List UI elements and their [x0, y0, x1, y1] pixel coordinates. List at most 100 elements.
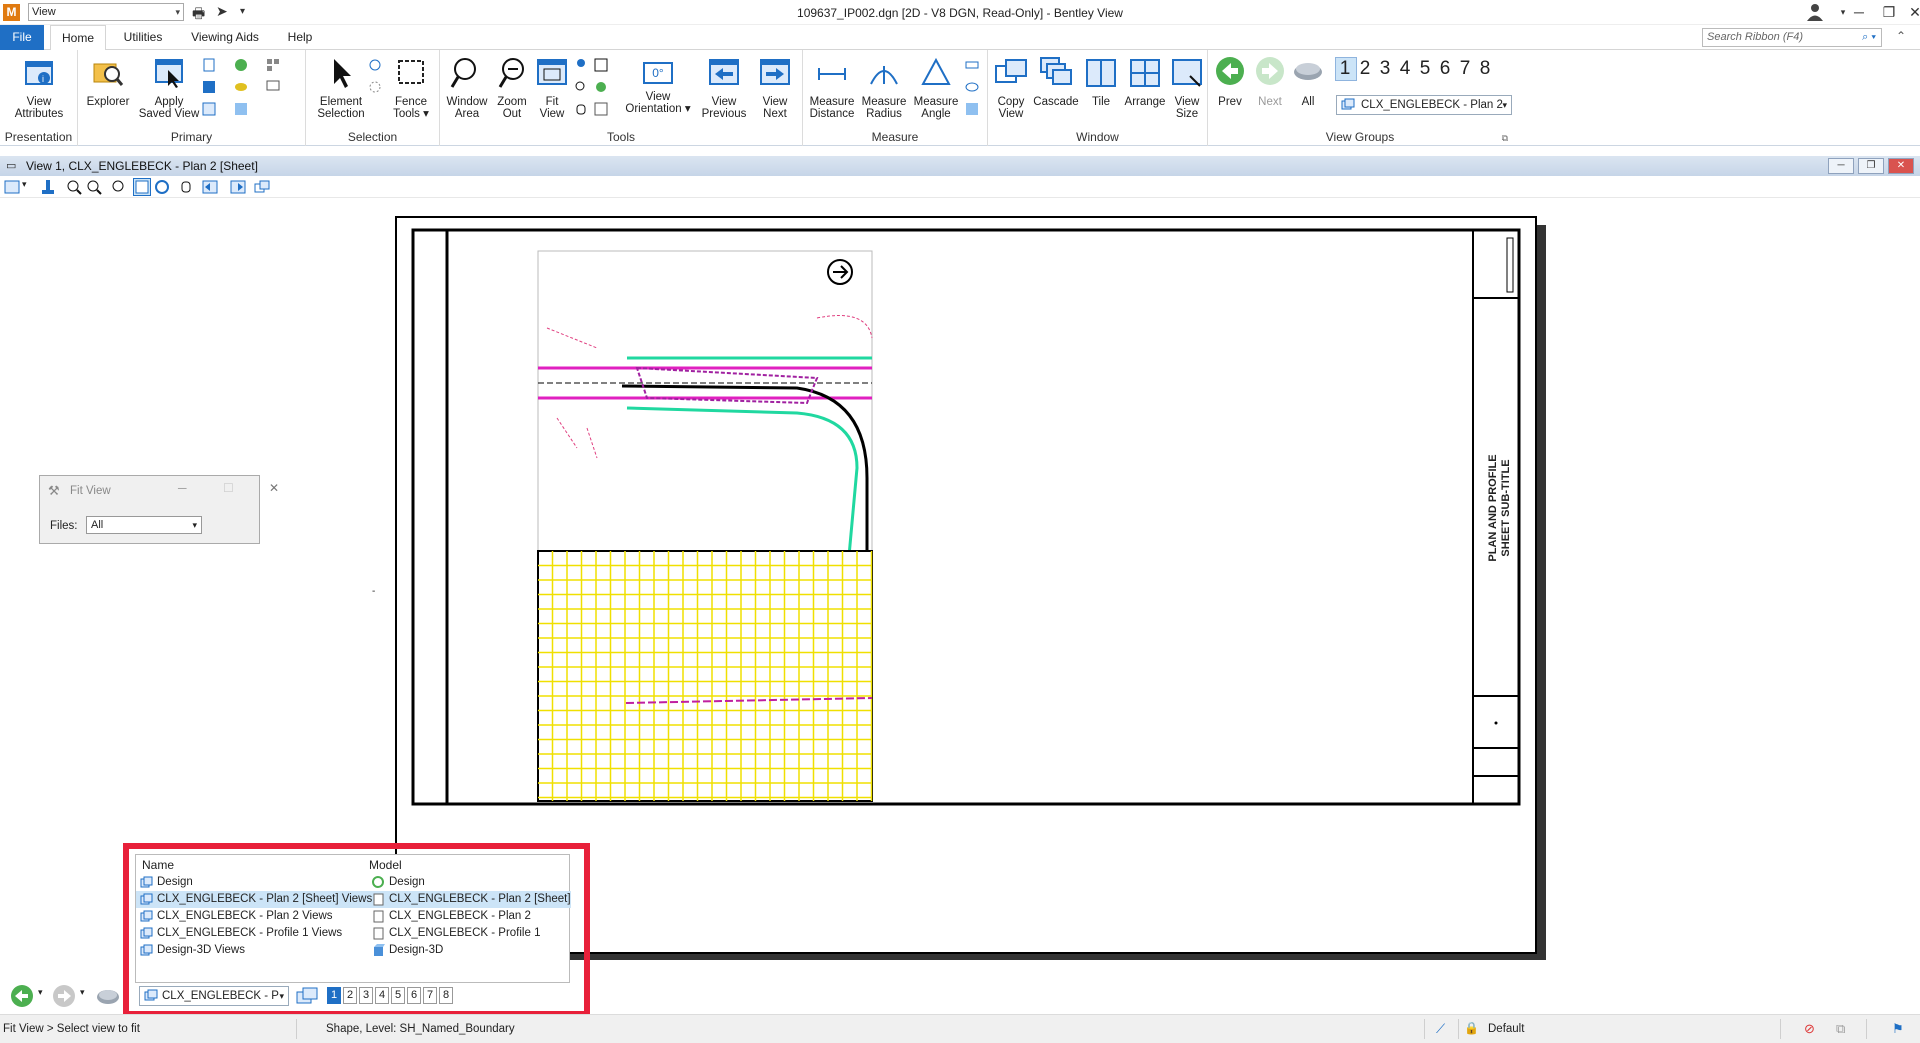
view-number-6[interactable]: 6	[1436, 58, 1456, 80]
pan-view-icon[interactable]	[178, 179, 194, 195]
view-previous-button[interactable]: View Previous	[696, 56, 752, 120]
window-area-icon[interactable]	[110, 179, 126, 195]
tab-help[interactable]: Help	[278, 25, 322, 50]
bentley-cloud-icon[interactable]: ⚑	[1892, 1021, 1904, 1037]
dialog-minimize-button[interactable]: ─	[178, 481, 187, 495]
measure-distance-button[interactable]: Measure Distance	[807, 56, 857, 120]
copy-view-button[interactable]: Copy View	[990, 56, 1032, 120]
view-next-icon[interactable]	[230, 179, 246, 195]
status-prompt: Fit View > Select view to fit	[3, 1023, 140, 1035]
view-size-button[interactable]: View Size	[1168, 56, 1206, 120]
tile-button[interactable]: Tile	[1080, 56, 1122, 108]
zoom-in-icon[interactable]	[574, 80, 588, 94]
close-button[interactable]: ✕	[1900, 2, 1920, 22]
chevron-down-icon[interactable]: ▾	[38, 987, 43, 998]
small-tool-icon[interactable]	[202, 58, 216, 72]
tab-viewing-aids[interactable]: Viewing Aids	[180, 25, 270, 50]
view-number-8[interactable]: 8	[1476, 58, 1496, 80]
next-view-group-button[interactable]: Next	[1250, 56, 1290, 108]
tab-utilities[interactable]: Utilities	[112, 25, 174, 50]
all-views-icon[interactable]	[96, 986, 120, 1006]
fence-tools-button[interactable]: Fence Tools ▾	[386, 56, 436, 120]
view-minimize-button[interactable]: ─	[1828, 158, 1854, 174]
fit-view-button[interactable]: Fit View	[534, 56, 570, 120]
cascade-button[interactable]: Cascade	[1032, 56, 1080, 108]
view-attributes-button[interactable]: i View Attributes	[4, 56, 74, 120]
view-attributes-icon[interactable]	[4, 179, 20, 195]
view-group-select[interactable]: CLX_ENGLEBECK - Plan 2 ▾	[1336, 95, 1512, 115]
view-number-1[interactable]: 1	[1335, 57, 1357, 81]
next-label: Next	[1258, 96, 1282, 108]
view-number-2[interactable]: 2	[1356, 58, 1376, 80]
files-select[interactable]: All ▾	[86, 516, 202, 534]
prev-view-group-button[interactable]: Prev	[1210, 56, 1250, 108]
dialog-maximize-button[interactable]: ☐	[223, 481, 234, 495]
zoom-out-icon[interactable]	[86, 179, 102, 195]
user-icon[interactable]	[1805, 2, 1825, 22]
cascade-icon	[1040, 57, 1072, 85]
zoom-out-button[interactable]: Zoom Out	[490, 56, 534, 120]
window-area-button[interactable]: Window Area	[444, 56, 490, 120]
measure-distance-icon	[818, 68, 846, 80]
view-close-button[interactable]: ✕	[1888, 158, 1914, 174]
measure-area-icon[interactable]	[965, 58, 979, 72]
references-icon[interactable]	[234, 102, 248, 116]
all-views-button[interactable]: All	[1290, 56, 1326, 108]
pan-icon[interactable]	[574, 58, 588, 72]
small-tool-icon[interactable]	[202, 80, 216, 94]
view-number-5[interactable]: 5	[1416, 58, 1436, 80]
tab-home[interactable]: Home	[50, 25, 106, 51]
select-icon[interactable]	[368, 58, 382, 72]
rotate-view-icon[interactable]	[154, 179, 170, 195]
forward-arrow-icon[interactable]	[52, 984, 76, 1008]
view-next-button[interactable]: View Next	[752, 56, 798, 120]
lock-icon[interactable]: 🔒	[1464, 1021, 1479, 1035]
select-icon[interactable]	[368, 80, 382, 94]
view-attributes-label: View Attributes	[14, 96, 64, 120]
dialog-close-button[interactable]: ✕	[269, 481, 279, 495]
view-window-title: View 1, CLX_ENGLEBECK - Plan 2 [Sheet]	[26, 159, 258, 173]
rotate-icon[interactable]	[594, 80, 608, 94]
measure-radius-button[interactable]: Measure Radius	[859, 56, 909, 120]
zoom-in-icon[interactable]	[66, 179, 82, 195]
measure-icon[interactable]	[965, 102, 979, 116]
chevron-down-icon[interactable]: ▾	[22, 179, 38, 195]
layers-icon[interactable]	[234, 80, 248, 94]
group-window: Copy View Cascade Tile Arrange View Size…	[988, 50, 1208, 146]
message-icon[interactable]: ⧉	[1836, 1021, 1845, 1037]
update-view-icon[interactable]	[40, 179, 56, 195]
dialog-launcher-icon[interactable]: ⧉	[1502, 133, 1508, 144]
grid-icon[interactable]	[266, 58, 280, 72]
view-number-4[interactable]: 4	[1396, 58, 1416, 80]
ribbon-collapse-icon[interactable]: ⌃	[1896, 29, 1906, 43]
view-number-7[interactable]: 7	[1456, 58, 1476, 80]
minimize-button[interactable]: ─	[1844, 2, 1874, 22]
element-selection-button[interactable]: Element Selection	[310, 56, 372, 120]
levels-icon[interactable]	[234, 58, 248, 72]
measure-angle-button[interactable]: Measure Angle	[911, 56, 961, 120]
fit-view-icon[interactable]	[133, 178, 151, 196]
group-view-groups: Prev Next All 12345678 CLX_ENGLEBECK - P…	[1208, 50, 1512, 146]
measure-volume-icon[interactable]	[965, 80, 979, 94]
tool-icon[interactable]	[594, 102, 608, 116]
display-icon[interactable]	[266, 80, 280, 94]
view-orientation-button[interactable]: 0° View Orientation ▾	[620, 56, 696, 115]
fit-view-icon	[537, 59, 567, 85]
tool-icon[interactable]	[594, 58, 608, 72]
explorer-button[interactable]: Explorer	[82, 56, 134, 108]
view-previous-icon[interactable]	[202, 179, 218, 195]
search-ribbon-input[interactable]: Search Ribbon (F4) ⌕ ▾	[1702, 28, 1882, 47]
arrange-button[interactable]: Arrange	[1122, 56, 1168, 108]
alert-icon[interactable]: ⊘	[1804, 1021, 1815, 1037]
measure-radius-icon	[870, 66, 898, 85]
small-tool-icon[interactable]	[202, 102, 216, 116]
apply-saved-view-button[interactable]: Apply Saved View	[134, 56, 204, 120]
hand-icon[interactable]	[574, 102, 588, 116]
back-arrow-icon[interactable]	[10, 984, 34, 1008]
chevron-down-icon[interactable]: ▾	[80, 987, 85, 998]
copy-view-icon[interactable]	[254, 179, 270, 195]
view-number-3[interactable]: 3	[1376, 58, 1396, 80]
view-restore-button[interactable]: ❐	[1858, 158, 1884, 174]
snap-icon[interactable]: ⟋	[1436, 1021, 1445, 1037]
tab-file[interactable]: File	[0, 25, 44, 50]
